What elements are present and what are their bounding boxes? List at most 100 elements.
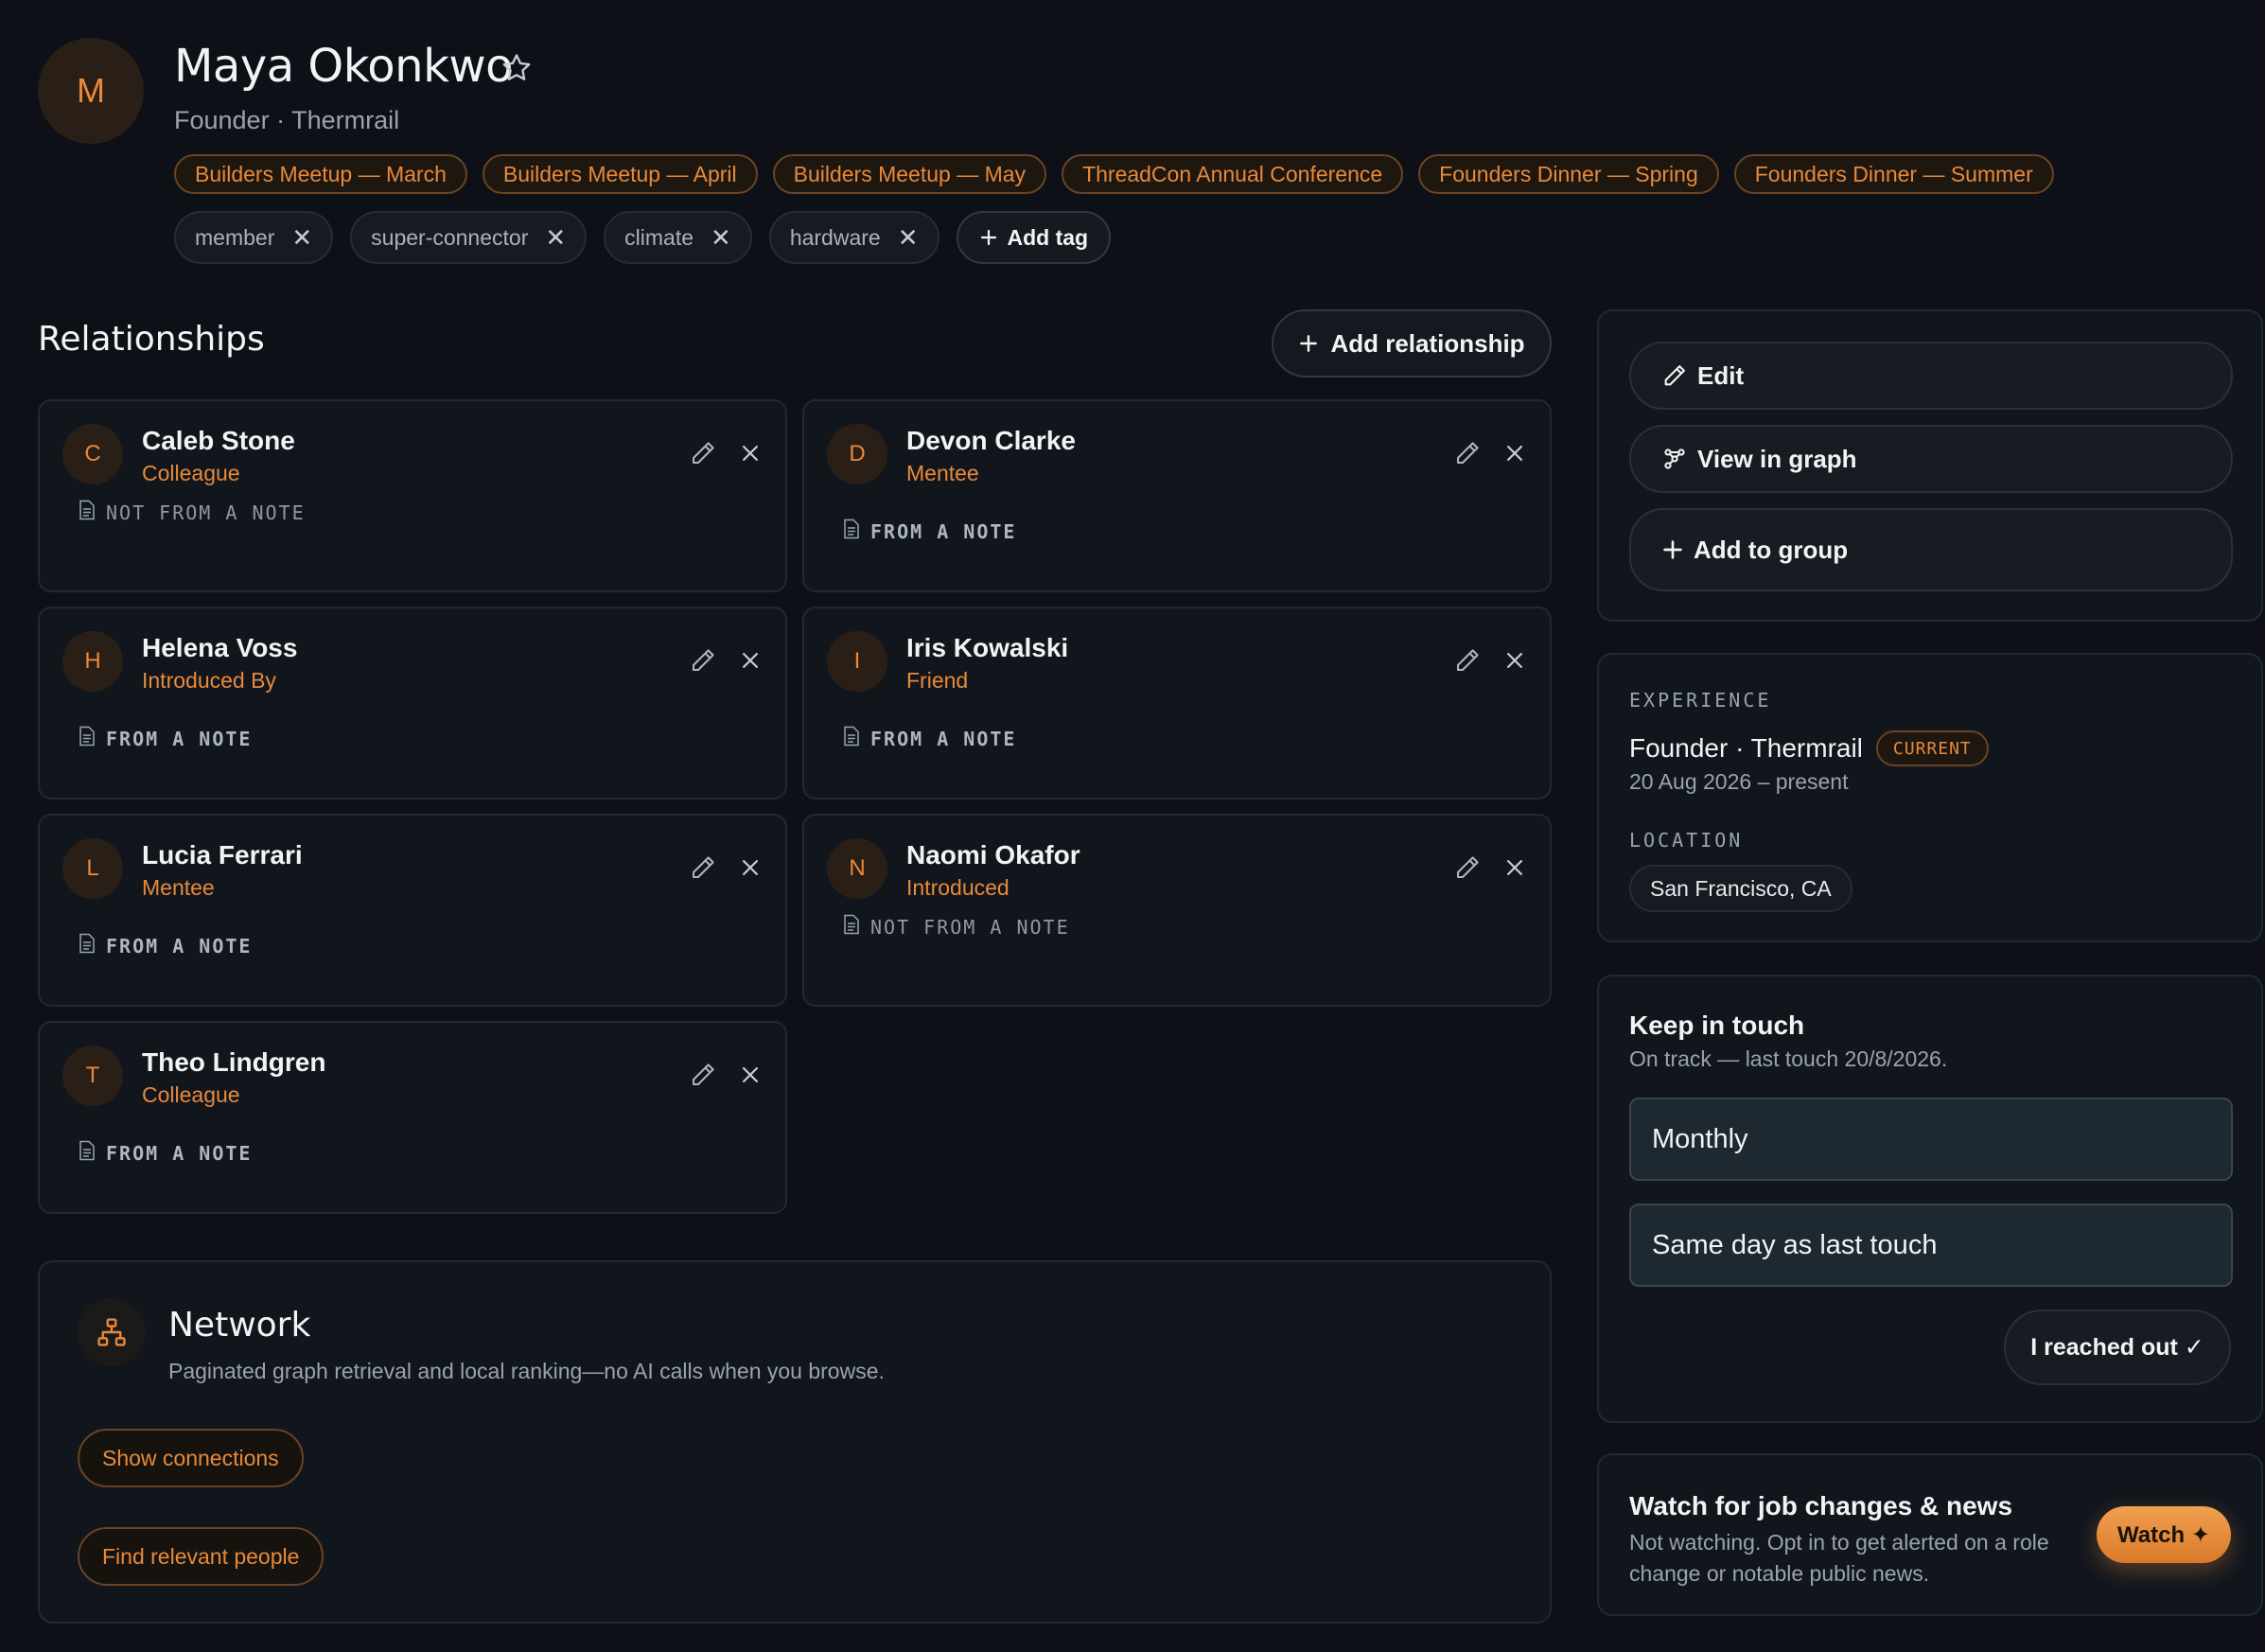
network-panel: Network Paginated graph retrieval and lo… xyxy=(38,1260,1552,1624)
relationship-name: Caleb Stone xyxy=(142,426,295,455)
frequency-select[interactable]: Monthly xyxy=(1629,1098,2233,1181)
tag-chip: super-connector ✕ xyxy=(350,211,588,264)
relationship-initial: H xyxy=(84,648,101,674)
relationship-avatar: T xyxy=(62,1046,123,1106)
remove-relationship-icon[interactable] xyxy=(736,646,764,675)
event-chip[interactable]: ThreadCon Annual Conference xyxy=(1062,154,1404,194)
document-icon xyxy=(842,726,861,751)
edit-button[interactable]: Edit xyxy=(1629,342,2233,410)
remove-relationship-icon[interactable] xyxy=(1501,853,1529,882)
event-chip[interactable]: Builders Meetup — March xyxy=(174,154,467,194)
watch-button[interactable]: Watch ✦ xyxy=(2097,1506,2231,1563)
tag-label: climate xyxy=(624,224,694,250)
relationship-role: Friend xyxy=(906,668,969,693)
note-source: FROM A NOTE xyxy=(842,726,1016,751)
document-icon xyxy=(842,518,861,544)
relationship-avatar: D xyxy=(827,424,887,484)
anchor-select[interactable]: Same day as last touch xyxy=(1629,1204,2233,1287)
plus-icon xyxy=(1663,540,1682,559)
note-source-label: FROM A NOTE xyxy=(870,727,1017,750)
relationships-title: Relationships xyxy=(38,320,265,359)
relationship-initial: I xyxy=(853,648,861,674)
edit-relationship-icon[interactable] xyxy=(689,853,717,882)
relationship-name: Theo Lindgren xyxy=(142,1047,326,1077)
relationship-card[interactable]: L Lucia Ferrari Mentee FROM A NOTE xyxy=(38,814,787,1007)
plus-icon xyxy=(980,229,996,246)
relationship-role: Mentee xyxy=(142,875,215,900)
relationship-card[interactable]: C Caleb Stone Colleague NOT FROM A NOTE xyxy=(38,399,787,592)
document-icon xyxy=(78,933,97,958)
event-chip[interactable]: Founders Dinner — Summer xyxy=(1733,154,2054,194)
profile-subtitle: Founder · Thermrail xyxy=(174,106,400,134)
show-connections-button[interactable]: Show connections xyxy=(78,1429,304,1487)
experience-panel: EXPERIENCE Founder · Thermrail CURRENT 2… xyxy=(1597,653,2263,942)
view-in-graph-label: View in graph xyxy=(1697,444,1857,473)
relationship-card[interactable]: D Devon Clarke Mentee FROM A NOTE xyxy=(802,399,1552,592)
relationship-initial: N xyxy=(849,855,866,881)
relationship-name: Naomi Okafor xyxy=(906,840,1080,870)
relationship-initial: L xyxy=(86,855,99,881)
relationship-card[interactable]: H Helena Voss Introduced By FROM A NOTE xyxy=(38,606,787,800)
note-source: FROM A NOTE xyxy=(78,726,252,751)
keep-in-touch-title: Keep in touch xyxy=(1629,1011,1805,1040)
actions-panel: Edit View in graph Add to group xyxy=(1597,309,2263,622)
add-to-group-button[interactable]: Add to group xyxy=(1629,508,2233,591)
note-source-label: NOT FROM A NOTE xyxy=(870,915,1070,939)
remove-relationship-icon[interactable] xyxy=(736,853,764,882)
remove-relationship-icon[interactable] xyxy=(1501,439,1529,467)
remove-relationship-icon[interactable] xyxy=(736,439,764,467)
edit-relationship-icon[interactable] xyxy=(1453,439,1482,467)
network-icon xyxy=(78,1298,146,1366)
edit-relationship-icon[interactable] xyxy=(1453,646,1482,675)
relationship-initial: T xyxy=(85,1063,100,1088)
reached-out-button[interactable]: I reached out ✓ xyxy=(2004,1309,2231,1385)
relationship-name: Iris Kowalski xyxy=(906,633,1069,662)
watch-title: Watch for job changes & news xyxy=(1629,1491,2013,1520)
event-chip[interactable]: Founders Dinner — Spring xyxy=(1418,154,1719,194)
note-source: FROM A NOTE xyxy=(78,1140,252,1166)
relationship-name: Lucia Ferrari xyxy=(142,840,303,870)
relationship-card[interactable]: T Theo Lindgren Colleague FROM A NOTE xyxy=(38,1021,787,1214)
edit-relationship-icon[interactable] xyxy=(1453,853,1482,882)
document-icon xyxy=(78,1140,97,1166)
remove-tag-icon[interactable]: ✕ xyxy=(291,225,312,250)
tag-chip: climate ✕ xyxy=(604,211,752,264)
experience-entry: Founder · Thermrail CURRENT xyxy=(1629,730,1989,766)
edit-label: Edit xyxy=(1697,360,1745,390)
tag-label: super-connector xyxy=(371,224,529,250)
relationship-avatar: C xyxy=(62,424,123,484)
keep-in-touch-panel: Keep in touch On track — last touch 20/8… xyxy=(1597,975,2263,1423)
add-tag-label: Add tag xyxy=(1007,224,1089,250)
relationship-card[interactable]: I Iris Kowalski Friend FROM A NOTE xyxy=(802,606,1552,800)
remove-tag-icon[interactable]: ✕ xyxy=(711,225,731,250)
relationship-role: Introduced xyxy=(906,875,1010,900)
edit-relationship-icon[interactable] xyxy=(689,1061,717,1089)
relationship-initial: D xyxy=(849,441,866,466)
star-icon[interactable] xyxy=(500,51,534,85)
note-source-label: FROM A NOTE xyxy=(870,519,1017,543)
event-chip[interactable]: Builders Meetup — April xyxy=(482,154,758,194)
edit-relationship-icon[interactable] xyxy=(689,646,717,675)
remove-relationship-icon[interactable] xyxy=(736,1061,764,1089)
remove-relationship-icon[interactable] xyxy=(1501,646,1529,675)
location-chip: San Francisco, CA xyxy=(1629,865,1852,912)
find-relevant-people-button[interactable]: Find relevant people xyxy=(78,1527,325,1586)
remove-tag-icon[interactable]: ✕ xyxy=(898,225,919,250)
remove-tag-icon[interactable]: ✕ xyxy=(545,225,566,250)
plus-icon xyxy=(1300,335,1318,352)
view-in-graph-button[interactable]: View in graph xyxy=(1629,425,2233,493)
relationship-card[interactable]: N Naomi Okafor Introduced NOT FROM A NOTE xyxy=(802,814,1552,1007)
relationship-initial: C xyxy=(84,441,101,466)
watch-panel: Watch for job changes & news Not watchin… xyxy=(1597,1453,2263,1616)
edit-relationship-icon[interactable] xyxy=(689,439,717,467)
relationship-avatar: H xyxy=(62,631,123,692)
event-chip[interactable]: Builders Meetup — May xyxy=(772,154,1047,194)
add-relationship-button[interactable]: Add relationship xyxy=(1272,309,1552,378)
relationship-role: Introduced By xyxy=(142,668,276,693)
add-relationship-label: Add relationship xyxy=(1330,328,1525,358)
experience-dates: 20 Aug 2026 – present xyxy=(1629,769,1849,794)
add-tag-button[interactable]: Add tag xyxy=(956,211,1112,264)
note-source-label: NOT FROM A NOTE xyxy=(106,501,306,524)
note-source: NOT FROM A NOTE xyxy=(78,500,306,525)
network-title: Network xyxy=(168,1306,311,1344)
